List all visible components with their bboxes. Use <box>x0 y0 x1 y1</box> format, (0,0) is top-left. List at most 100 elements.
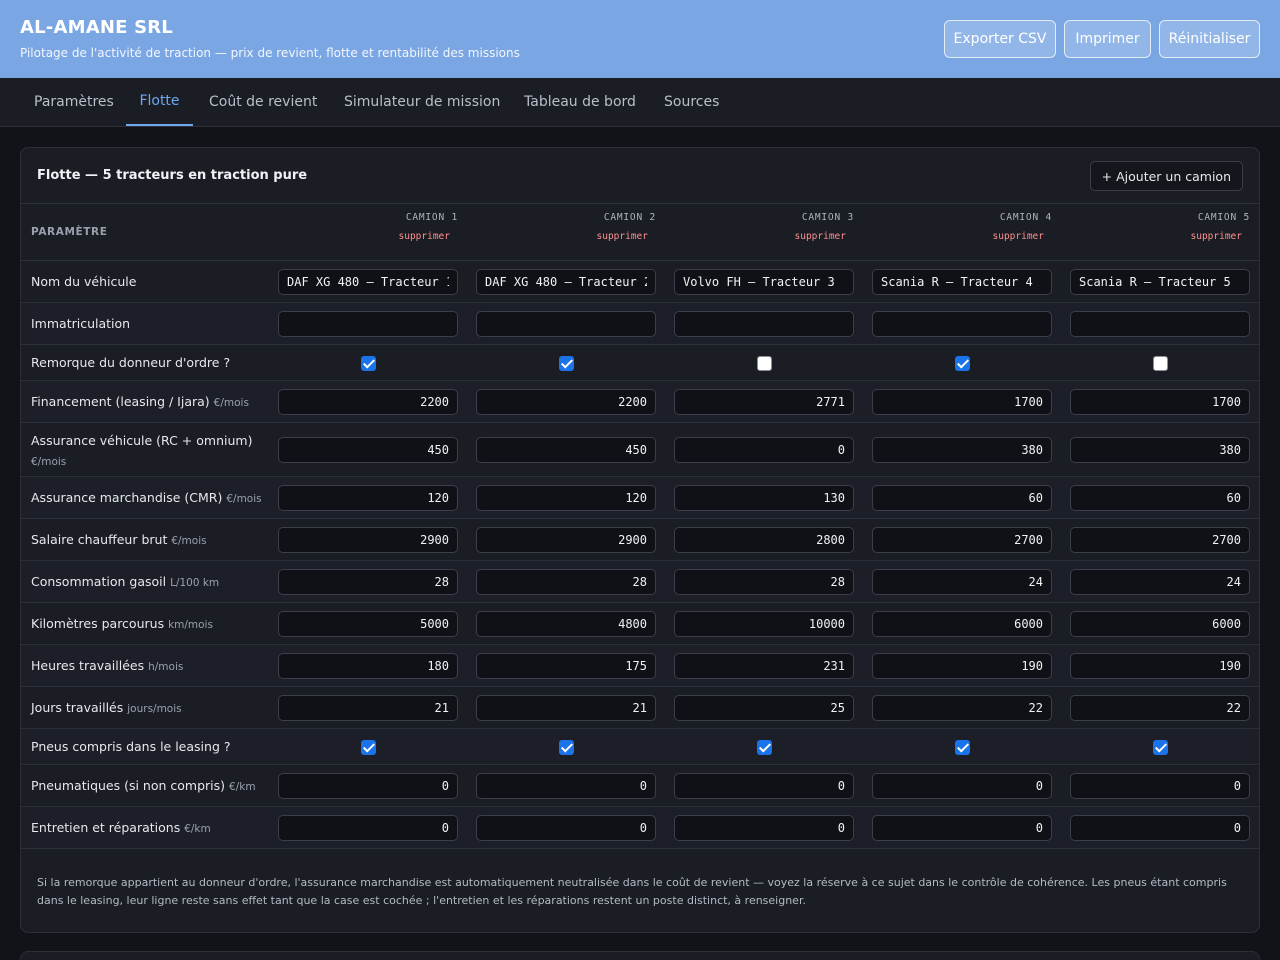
number-input[interactable] <box>872 611 1052 637</box>
tab-simulateur-mission[interactable]: Simulateur de mission <box>336 78 508 126</box>
number-input[interactable] <box>1070 695 1250 721</box>
text-input[interactable] <box>476 311 656 337</box>
number-input[interactable] <box>278 389 458 415</box>
number-input[interactable] <box>872 437 1052 463</box>
number-input[interactable] <box>476 773 656 799</box>
row-label-text: Nom du véhicule <box>31 274 137 289</box>
number-input[interactable] <box>278 815 458 841</box>
number-input[interactable] <box>278 527 458 553</box>
number-input[interactable] <box>278 653 458 679</box>
company-name: AL-AMANE SRL <box>20 17 173 38</box>
number-input[interactable] <box>674 653 854 679</box>
number-input[interactable] <box>1070 437 1250 463</box>
text-input[interactable] <box>278 269 458 295</box>
delete-truck-link[interactable]: supprimer <box>872 231 1052 242</box>
number-input[interactable] <box>872 569 1052 595</box>
number-input[interactable] <box>278 773 458 799</box>
row-checkbox[interactable] <box>361 740 376 755</box>
row-checkbox[interactable] <box>757 740 772 755</box>
tab-tableau-de-bord[interactable]: Tableau de bord <box>516 78 644 126</box>
number-input[interactable] <box>1070 389 1250 415</box>
number-input[interactable] <box>476 695 656 721</box>
number-input[interactable] <box>674 569 854 595</box>
number-input[interactable] <box>674 695 854 721</box>
fleet-row: Pneus compris dans le leasing ? <box>21 729 1259 765</box>
number-input[interactable] <box>1070 527 1250 553</box>
export-csv-button[interactable]: Exporter CSV <box>944 20 1056 58</box>
fleet-row: Pneumatiques (si non compris) €/km <box>21 765 1259 807</box>
reset-button[interactable]: Réinitialiser <box>1159 20 1260 58</box>
number-input[interactable] <box>476 611 656 637</box>
number-input[interactable] <box>476 527 656 553</box>
fleet-row: Jours travaillés jours/mois <box>21 687 1259 729</box>
number-input[interactable] <box>872 485 1052 511</box>
row-checkbox[interactable] <box>1153 356 1168 371</box>
truck-name: CAMION 3 <box>801 212 854 223</box>
number-input[interactable] <box>674 485 854 511</box>
tab-flotte[interactable]: Flotte <box>126 78 193 126</box>
row-unit: €/km <box>229 781 256 793</box>
number-input[interactable] <box>278 437 458 463</box>
text-input[interactable] <box>1070 311 1250 337</box>
delete-truck-link[interactable]: supprimer <box>674 231 854 242</box>
delete-truck-link[interactable]: supprimer <box>1070 231 1250 242</box>
number-input[interactable] <box>278 569 458 595</box>
row-checkbox[interactable] <box>955 740 970 755</box>
row-label-text: Immatriculation <box>31 316 131 331</box>
number-input[interactable] <box>872 527 1052 553</box>
tab-sources[interactable]: Sources <box>656 78 727 126</box>
row-checkbox[interactable] <box>361 356 376 371</box>
number-input[interactable] <box>278 695 458 721</box>
print-button[interactable]: Imprimer <box>1064 20 1151 58</box>
number-input[interactable] <box>674 773 854 799</box>
row-checkbox[interactable] <box>559 356 574 371</box>
number-input[interactable] <box>1070 485 1250 511</box>
row-unit: €/mois <box>31 456 67 468</box>
number-input[interactable] <box>872 389 1052 415</box>
number-input[interactable] <box>1070 653 1250 679</box>
number-input[interactable] <box>476 815 656 841</box>
number-input[interactable] <box>674 527 854 553</box>
text-input[interactable] <box>674 311 854 337</box>
company-subtitle: Pilotage de l'activité de traction — pri… <box>20 46 520 60</box>
text-input[interactable] <box>872 269 1052 295</box>
row-checkbox[interactable] <box>757 356 772 371</box>
number-input[interactable] <box>1070 815 1250 841</box>
number-input[interactable] <box>476 485 656 511</box>
delete-truck-link[interactable]: supprimer <box>476 231 656 242</box>
fleet-row: Remorque du donneur d'ordre ? <box>21 345 1259 381</box>
number-input[interactable] <box>476 569 656 595</box>
truck-column-header: CAMION 2 supprimer <box>476 212 656 242</box>
number-input[interactable] <box>476 653 656 679</box>
fleet-row: Entretien et réparations €/km <box>21 807 1259 849</box>
text-input[interactable] <box>674 269 854 295</box>
number-input[interactable] <box>872 815 1052 841</box>
tab-cout-de-revient[interactable]: Coût de revient <box>201 78 325 126</box>
number-input[interactable] <box>278 485 458 511</box>
add-truck-button[interactable]: + Ajouter un camion <box>1089 161 1243 191</box>
number-input[interactable] <box>476 437 656 463</box>
text-input[interactable] <box>476 269 656 295</box>
tab-parametres[interactable]: Paramètres <box>26 78 122 126</box>
text-input[interactable] <box>872 311 1052 337</box>
number-input[interactable] <box>278 611 458 637</box>
text-input[interactable] <box>1070 269 1250 295</box>
row-checkbox[interactable] <box>559 740 574 755</box>
number-input[interactable] <box>1070 773 1250 799</box>
delete-truck-link[interactable]: supprimer <box>278 231 458 242</box>
number-input[interactable] <box>674 389 854 415</box>
number-input[interactable] <box>476 389 656 415</box>
text-input[interactable] <box>278 311 458 337</box>
fleet-row: Assurance véhicule (RC + omnium) €/mois <box>21 423 1259 477</box>
number-input[interactable] <box>1070 569 1250 595</box>
number-input[interactable] <box>674 815 854 841</box>
number-input[interactable] <box>1070 611 1250 637</box>
row-checkbox[interactable] <box>955 356 970 371</box>
number-input[interactable] <box>872 695 1052 721</box>
number-input[interactable] <box>872 653 1052 679</box>
row-checkbox[interactable] <box>1153 740 1168 755</box>
fleet-row: Immatriculation <box>21 303 1259 345</box>
number-input[interactable] <box>674 437 854 463</box>
number-input[interactable] <box>674 611 854 637</box>
number-input[interactable] <box>872 773 1052 799</box>
